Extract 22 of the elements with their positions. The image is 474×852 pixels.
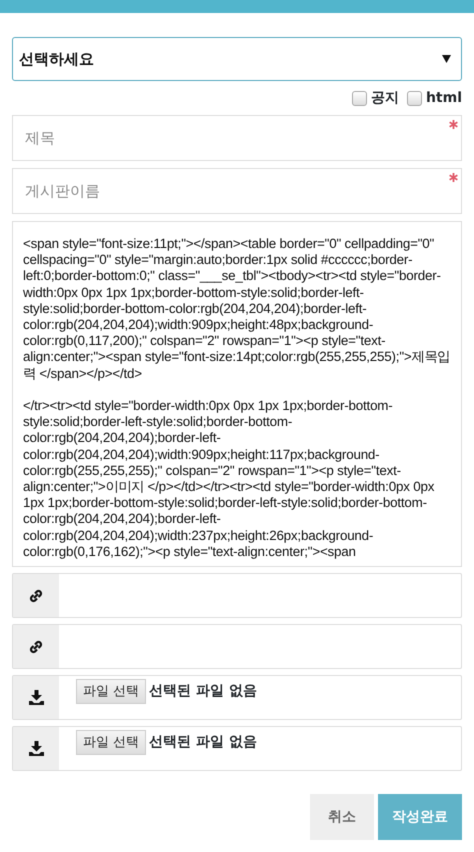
link-field[interactable]: [12, 624, 462, 669]
file-field[interactable]: 파일 선택 선택된 파일 없음: [12, 675, 462, 720]
editor-textarea[interactable]: <span style="font-size:11pt;"></span><table border="0" cellpadding="0" cellspacing="0" style="margin:auto;border:1px solid #cccccc;border-left:0;border-bottom:0;" class="___se_tbl"><tbody><tr><td style="border-width:0px 0px 1px 1px;border-bottom-style:solid;border-left-style:solid;border-bottom-color:rgb(204,204,204);border-left-color:rgb(204,204,204);width:909px;height:48px;background-color:rgb(0,117,200);" colspan="2" rowspan="1"><p style="text-align:center;"><span style="font-size:14pt;color:rgb(255,255,255);">제목입력 </span></p></td> </tr><tr><td style="border-width:0px 0px 1px 1px;border-bottom-style:solid;border-left-style:solid;border-bottom-color:rgb(204,204,204);border-left-color:rgb(204,204,204);width:909px;height:117px;background-color:rgb(255,255,255);" colspan="2" rowspan="1"><p style="text-align:center;">이미지 </p></td></tr><tr><td style="border-width:0px 0px 1px 1px;border-bottom-style:solid;border-left-style:solid;border-bottom-color:rgb(204,204,204);border-left-color:rgb(204,204,204);width:237px;height:26px;background-color:rgb(0,176,162);"><p style="text-align:center;"><span: [12, 221, 462, 567]
link-icon: [29, 640, 43, 654]
file-field[interactable]: 파일 선택 선택된 파일 없음: [12, 726, 462, 771]
file-choose-button[interactable]: 파일 선택: [76, 678, 146, 704]
text-field[interactable]: 제목: [12, 115, 462, 161]
checkbox-label: 공지: [370, 88, 399, 108]
file-choose-button[interactable]: 파일 선택: [76, 730, 146, 756]
download-icon: [28, 690, 44, 705]
checkbox[interactable]: [352, 90, 367, 106]
link-field[interactable]: [12, 573, 462, 618]
checkbox-label: html: [426, 88, 462, 108]
checkbox[interactable]: [406, 90, 422, 106]
download-icon: [28, 741, 44, 756]
file-status: 선택된 파일 없음: [149, 733, 257, 752]
cancel-button[interactable]: 취소: [310, 794, 374, 840]
text-field[interactable]: 게시판이름: [12, 168, 462, 214]
file-status: 선택된 파일 없음: [149, 682, 257, 701]
link-icon: [29, 588, 43, 602]
category-select[interactable]: 선택하세요: [12, 37, 462, 81]
dropdown-arrow-icon: [442, 55, 451, 63]
